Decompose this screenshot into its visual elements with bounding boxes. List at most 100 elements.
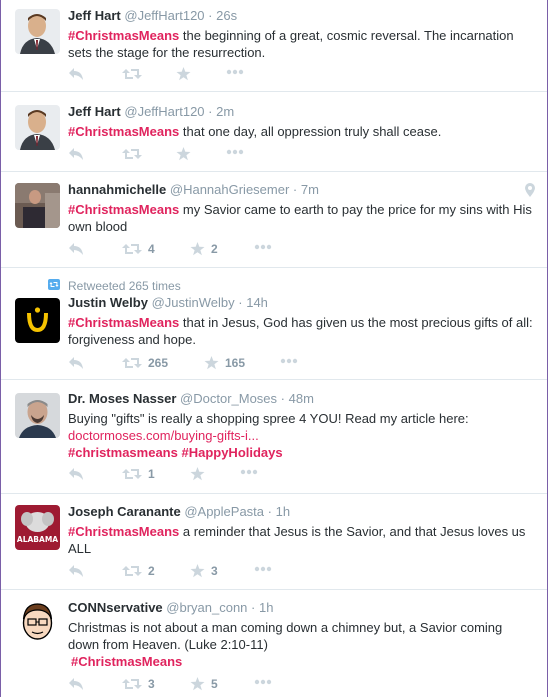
hashtag-link[interactable]: #ChristmasMeans	[68, 315, 179, 330]
avatar[interactable]: ALABAMA	[15, 505, 60, 550]
tweet-item[interactable]: Dr. Moses Nasser @Doctor_Moses · 48m Buy…	[1, 380, 547, 494]
separator: ·	[280, 391, 286, 406]
author-name[interactable]: Joseph Caranante	[68, 504, 181, 519]
author-handle[interactable]: @JustinWelby	[152, 295, 235, 310]
favorite-button[interactable]: 165	[204, 356, 245, 370]
reply-icon	[68, 67, 84, 81]
retweet-button[interactable]: 265	[122, 356, 168, 370]
tweet-text: #ChristmasMeans a reminder that Jesus is…	[68, 523, 533, 557]
author-name[interactable]: Dr. Moses Nasser	[68, 391, 176, 406]
timestamp[interactable]: 7m	[301, 182, 319, 197]
favorite-count: 5	[211, 677, 218, 691]
reply-button[interactable]	[68, 564, 84, 578]
hashtag-link[interactable]: #christmasmeans	[68, 445, 178, 460]
tweet-item[interactable]: Jeff Hart @JeffHart120 · 26s #ChristmasM…	[1, 0, 547, 92]
favorite-button[interactable]: 5	[190, 677, 218, 691]
favorite-button[interactable]	[176, 147, 197, 161]
tweet-body: that one day, all oppression truly shall…	[179, 124, 442, 139]
reply-button[interactable]	[68, 467, 84, 481]
author-name[interactable]: CONNservative	[68, 600, 163, 615]
retweet-button[interactable]: 3	[122, 677, 155, 691]
favorite-count: 3	[211, 564, 218, 578]
avatar[interactable]	[15, 599, 60, 644]
timestamp[interactable]: 26s	[216, 8, 237, 23]
author-name[interactable]: Jeff Hart	[68, 104, 121, 119]
reply-icon	[68, 147, 84, 161]
retweet-icon	[122, 356, 142, 370]
reply-button[interactable]	[68, 242, 84, 256]
hashtag-link[interactable]: #ChristmasMeans	[68, 28, 179, 43]
more-button[interactable]	[280, 358, 298, 364]
retweet-icon	[122, 467, 142, 481]
star-icon	[190, 564, 205, 578]
tweet-body: Buying "gifts" is really a shopping spre…	[68, 411, 469, 426]
hashtag-link[interactable]: #ChristmasMeans	[71, 654, 182, 669]
author-handle[interactable]: @JeffHart120	[124, 8, 204, 23]
reply-button[interactable]	[68, 147, 84, 161]
more-button[interactable]	[226, 149, 244, 155]
star-icon	[190, 242, 205, 256]
tweet-item[interactable]: hannahmichelle @HannahGriesemer · 7m #Ch…	[1, 172, 547, 268]
hashtag-link[interactable]: #ChristmasMeans	[68, 124, 179, 139]
reply-button[interactable]	[68, 356, 84, 370]
hashtag-link[interactable]: #ChristmasMeans	[68, 524, 179, 539]
timeline: Jeff Hart @JeffHart120 · 26s #ChristmasM…	[0, 0, 548, 697]
avatar[interactable]	[15, 393, 60, 438]
tweet-text: #ChristmasMeans that one day, all oppres…	[68, 123, 533, 140]
avatar-text: ALABAMA	[17, 535, 58, 544]
timestamp[interactable]: 48m	[289, 391, 314, 406]
favorite-button[interactable]: 2	[190, 242, 218, 256]
tweet-text: #ChristmasMeans that in Jesus, God has g…	[68, 314, 533, 348]
favorite-button[interactable]: 3	[190, 564, 218, 578]
author-name[interactable]: Justin Welby	[68, 295, 148, 310]
avatar[interactable]	[15, 183, 60, 228]
author-handle[interactable]: @bryan_conn	[166, 600, 247, 615]
retweet-button[interactable]	[122, 67, 148, 81]
reply-button[interactable]	[68, 677, 84, 691]
avatar[interactable]	[15, 9, 60, 54]
favorite-button[interactable]	[190, 467, 211, 481]
timestamp[interactable]: 14h	[246, 295, 268, 310]
retweet-button[interactable]: 1	[122, 467, 155, 481]
more-button[interactable]	[254, 244, 272, 250]
author-handle[interactable]: @HannahGriesemer	[170, 182, 289, 197]
more-button[interactable]	[254, 679, 272, 685]
retweet-button[interactable]	[122, 147, 148, 161]
retweet-count-text[interactable]: Retweeted 265 times	[68, 279, 181, 293]
author-handle[interactable]: @ApplePasta	[184, 504, 264, 519]
more-button[interactable]	[226, 69, 244, 75]
timestamp[interactable]: 1h	[259, 600, 273, 615]
tweet-item[interactable]: CONNservative @bryan_conn · 1h Christmas…	[1, 590, 547, 697]
more-button[interactable]	[254, 566, 272, 572]
reply-button[interactable]	[68, 67, 84, 81]
reply-icon	[68, 564, 84, 578]
author-handle[interactable]: @Doctor_Moses	[180, 391, 277, 406]
tweet-text: Christmas is not about a man coming down…	[68, 619, 533, 670]
avatar[interactable]	[15, 298, 60, 343]
tweet-text: #ChristmasMeans the beginning of a great…	[68, 27, 533, 61]
retweet-button[interactable]: 2	[122, 564, 155, 578]
timestamp[interactable]: 1h	[276, 504, 290, 519]
author-name[interactable]: Jeff Hart	[68, 8, 121, 23]
more-icon	[254, 679, 272, 685]
favorite-button[interactable]	[176, 67, 197, 81]
tweet-item[interactable]: ALABAMA Joseph Caranante @ApplePasta · 1…	[1, 494, 547, 590]
hashtag-link[interactable]: #HappyHolidays	[181, 445, 282, 460]
star-icon	[190, 467, 205, 481]
retweet-count: 265	[148, 356, 169, 370]
retweet-icon	[122, 677, 142, 691]
tweet-item[interactable]: Retweeted 265 times Justin Welby @Justin…	[1, 268, 547, 380]
timestamp[interactable]: 2m	[216, 104, 234, 119]
author-handle[interactable]: @JeffHart120	[124, 104, 204, 119]
more-icon	[240, 469, 258, 475]
hashtag-link[interactable]: #ChristmasMeans	[68, 202, 179, 217]
article-link[interactable]: doctormoses.com/buying-gifts-i...	[68, 428, 259, 443]
tweet-item[interactable]: Jeff Hart @JeffHart120 · 2m #ChristmasMe…	[1, 92, 547, 172]
retweet-button[interactable]: 4	[122, 242, 155, 256]
more-icon	[254, 244, 272, 250]
more-button[interactable]	[240, 469, 258, 475]
author-name[interactable]: hannahmichelle	[68, 182, 166, 197]
separator: ·	[267, 504, 272, 519]
avatar[interactable]	[15, 105, 60, 150]
retweet-count: 4	[148, 242, 155, 256]
